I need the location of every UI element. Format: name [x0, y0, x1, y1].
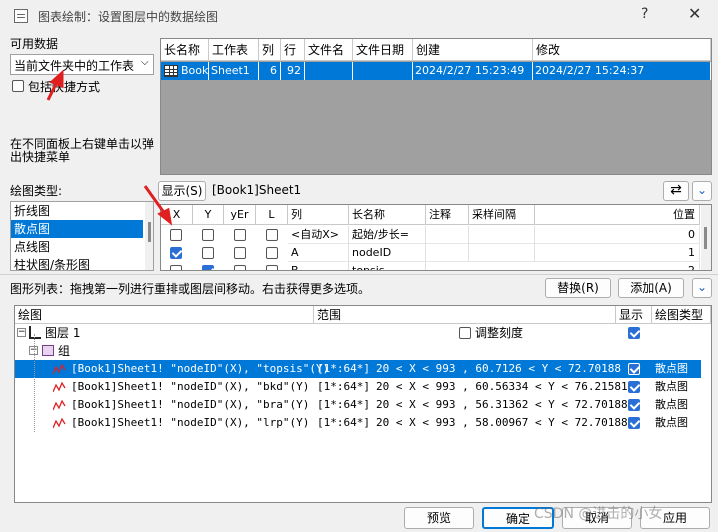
red-arrow-2 — [143, 185, 167, 215]
red-arrow-1-head — [49, 69, 64, 89]
annotation-arrows — [46, 69, 173, 226]
red-arrow-2-head — [157, 207, 173, 226]
